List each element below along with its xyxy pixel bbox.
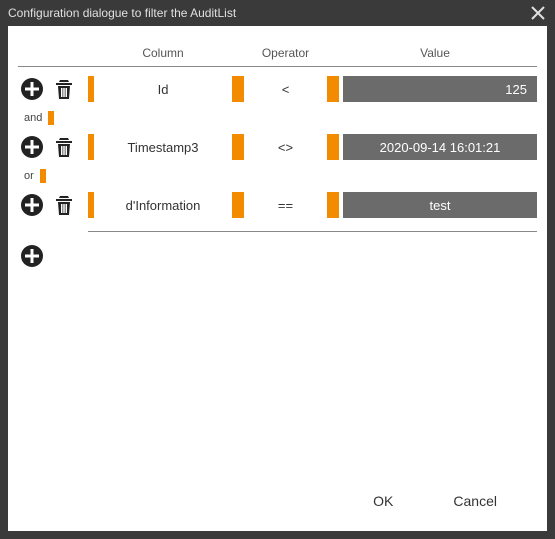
column-selector[interactable]: Timestamp3 [88,133,238,161]
row-actions [18,133,88,161]
ok-button[interactable]: OK [373,493,393,509]
plus-circle-icon [20,77,44,101]
delete-condition-button[interactable] [50,191,78,219]
delete-condition-button[interactable] [50,133,78,161]
accent-bar [40,169,46,183]
conjunction-label: and [24,112,42,124]
value-text: 2020-09-14 16:01:21 [380,140,501,155]
value-text: 125 [505,82,527,97]
close-icon [531,6,545,20]
value-input[interactable]: 2020-09-14 16:01:21 [343,134,537,160]
row-actions [18,191,88,219]
plus-circle-icon [20,244,44,268]
accent-bar [48,111,54,125]
dialog-content: Column Operator Value Id<125andTimestamp… [8,26,547,531]
value-cell: 2020-09-14 16:01:21 [333,133,537,161]
filter-row: Id <125 [18,67,537,111]
filter-row: Timestamp3 <> 2020-09-14 16:01:21 [18,125,537,169]
operator-value: <> [244,140,327,155]
add-condition-button[interactable] [18,75,46,103]
operator-selector[interactable]: <> [238,133,333,161]
accent-bar [333,192,339,218]
cancel-button[interactable]: Cancel [453,493,497,509]
accent-bar [333,76,339,102]
trash-icon [52,77,76,101]
column-value: d'Information [94,198,232,213]
column-selector[interactable]: d'Information [88,191,238,219]
close-button[interactable] [529,4,547,22]
value-text: test [430,198,451,213]
add-row [18,232,537,270]
trash-icon [52,135,76,159]
operator-value: == [244,198,327,213]
operator-value: < [244,82,327,97]
conjunction-row[interactable]: and [18,111,537,125]
dialog-window: Configuration dialogue to filter the Aud… [0,0,555,539]
column-selector[interactable]: Id [88,75,238,103]
header-column: Column [88,46,238,60]
header-operator: Operator [238,46,333,60]
column-value: Timestamp3 [94,140,232,155]
operator-selector[interactable]: == [238,191,333,219]
accent-bar [333,134,339,160]
header-value: Value [333,46,537,60]
plus-circle-icon [20,193,44,217]
row-actions [18,75,88,103]
plus-circle-icon [20,135,44,159]
trash-icon [52,193,76,217]
column-value: Id [94,82,232,97]
delete-condition-button[interactable] [50,75,78,103]
dialog-footer: OK Cancel [18,481,537,521]
conjunction-row[interactable]: or [18,169,537,183]
titlebar: Configuration dialogue to filter the Aud… [0,0,555,26]
operator-selector[interactable]: < [238,75,333,103]
value-input[interactable]: 125 [343,76,537,102]
value-cell: 125 [333,75,537,103]
filter-row: d'Information == test [18,183,537,227]
value-cell: test [333,191,537,219]
conjunction-label: or [24,170,34,182]
header-row: Column Operator Value [18,46,537,67]
window-title: Configuration dialogue to filter the Aud… [8,6,236,20]
add-condition-button[interactable] [18,191,46,219]
value-input[interactable]: test [343,192,537,218]
add-filter-button[interactable] [18,242,46,270]
add-condition-button[interactable] [18,133,46,161]
filter-area: Column Operator Value Id<125andTimestamp… [18,46,537,481]
